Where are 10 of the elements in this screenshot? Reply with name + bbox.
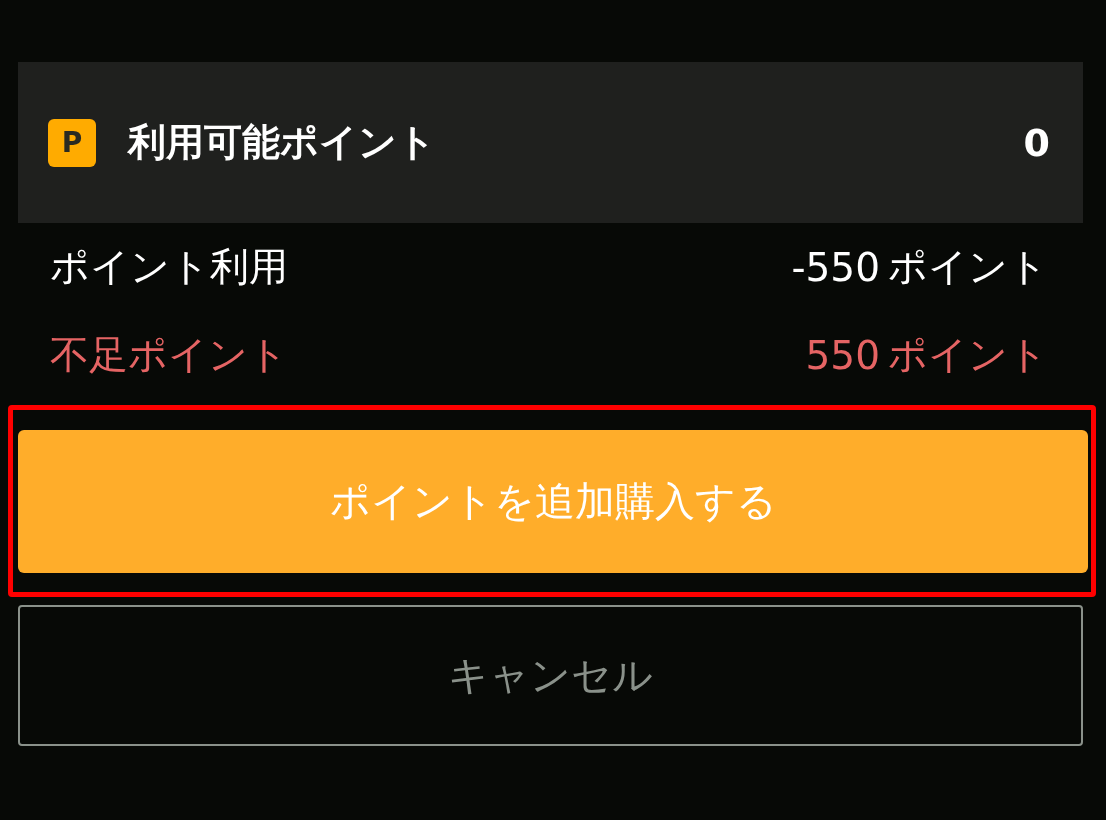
points-unit: ポイント [888,243,1048,291]
row-label: ポイント利用 [50,243,288,291]
points-amount: -550 [791,244,880,290]
row-label: 不足ポイント [50,331,288,379]
points-unit: ポイント [888,331,1048,379]
points-icon: P [48,118,96,167]
balance-value: 0 [1023,120,1050,165]
balance-label: 利用可能ポイント [128,119,437,166]
cancel-button[interactable]: キャンセル [18,605,1083,746]
points-amount: 550 [805,332,880,378]
